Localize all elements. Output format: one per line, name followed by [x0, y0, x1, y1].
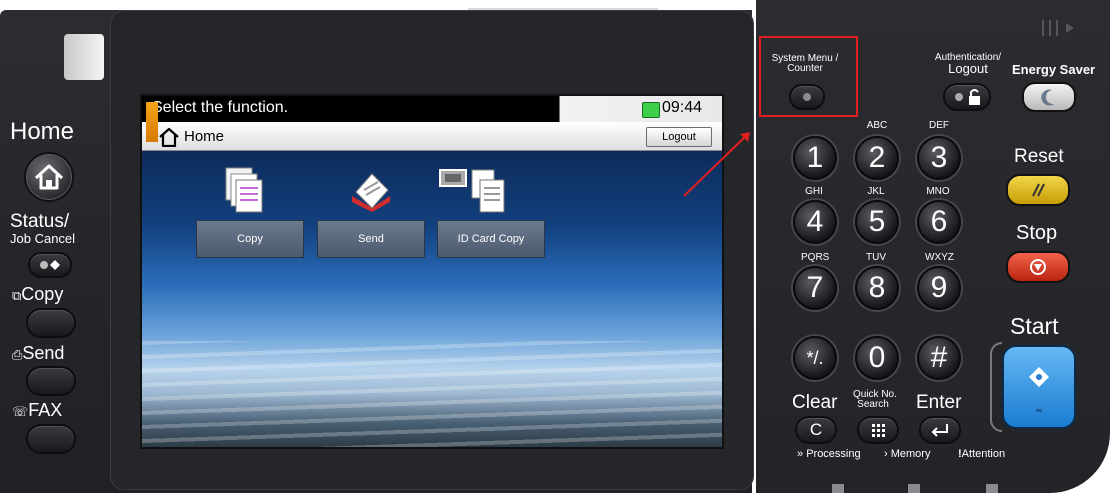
copy-doc-icon [224, 166, 264, 214]
panel-tilt-indicator [1040, 18, 1090, 38]
slash-icon [1032, 183, 1045, 197]
send-small-icon: ⎙ [12, 347, 23, 362]
clear-label: Clear [792, 392, 838, 413]
key-4-letters: GHI [805, 186, 823, 197]
quick-no-search-key[interactable] [857, 416, 899, 444]
function-copy-button[interactable]: Copy [196, 220, 304, 258]
wallpaper-clouds [142, 341, 722, 447]
status-key-label: Status/ [10, 211, 70, 232]
copy-small-icon: ⧉ [12, 288, 22, 303]
send-key-label: ⎙Send [12, 343, 64, 364]
key-5[interactable]: 5 [855, 200, 899, 244]
key-2[interactable]: 2 [855, 136, 899, 180]
home-key-label: Home [10, 118, 75, 145]
key-3[interactable]: 3 [917, 136, 961, 180]
system-menu-counter-key[interactable] [789, 84, 825, 110]
copy-key[interactable] [26, 308, 76, 338]
authentication-logout-key[interactable] [943, 83, 991, 111]
copy-key-label: ⧉Copy [12, 284, 63, 305]
clear-key[interactable]: C [795, 416, 837, 444]
lock-icon [955, 89, 980, 105]
enter-key[interactable] [919, 416, 961, 444]
key-6-letters: MNO [926, 186, 950, 197]
job-cancel-label: Job Cancel [10, 231, 76, 246]
send-icon [348, 168, 394, 214]
annotation-arrow [683, 132, 750, 197]
screen-tab-marker [146, 102, 158, 142]
stop-key[interactable] [1006, 251, 1070, 283]
key-8-letters: TUV [866, 252, 886, 263]
id-card-copy-icon [438, 166, 514, 216]
fax-key-text: FAX [28, 400, 63, 420]
processing-indicator: » Processing [797, 448, 861, 460]
panel-mark-2 [908, 484, 920, 493]
moon-icon [1041, 89, 1054, 106]
attention-indicator: !Attention [958, 448, 1005, 460]
fax-key[interactable] [26, 424, 76, 454]
fax-key-label: ☏FAX [12, 400, 62, 421]
send-key-text: Send [22, 343, 65, 363]
processing-icon: » [797, 448, 804, 460]
status-indicator-icon [642, 102, 660, 118]
copy-key-text: Copy [21, 284, 64, 304]
status-icon [40, 260, 60, 270]
key-3-letters: DEF [929, 120, 949, 131]
screen-nav-bar [142, 122, 722, 151]
indicator-light-icon [803, 93, 811, 101]
system-menu-label: System Menu / Counter [764, 54, 846, 74]
fax-small-icon: ☏ [12, 404, 29, 419]
start-key[interactable] [1002, 345, 1076, 429]
reset-key[interactable] [1006, 174, 1070, 206]
function-send-button[interactable]: Send [317, 220, 425, 258]
home-icon [34, 164, 64, 190]
key-4[interactable]: 4 [793, 200, 837, 244]
function-id-card-copy-button[interactable]: ID Card Copy [437, 220, 545, 258]
panel-mark-1 [832, 484, 844, 493]
memory-label: Memory [890, 448, 931, 460]
status-job-cancel-key[interactable] [28, 252, 72, 278]
screen-home-icon [158, 127, 180, 153]
quick-no-label-line2: Search [857, 399, 889, 410]
memory-icon: › [884, 448, 888, 460]
quick-no-search-label: Quick No. Search [853, 390, 897, 410]
touch-screen: Select the function. 09:44 Home Logout C… [140, 94, 724, 449]
key-5-letters: JKL [867, 186, 885, 197]
authentication-label-line2: Logout [948, 61, 988, 76]
key-8[interactable]: 8 [855, 266, 899, 310]
stop-icon [1030, 259, 1046, 275]
energy-saver-key[interactable] [1022, 82, 1076, 112]
enter-arrow-icon [931, 424, 948, 437]
key-hash[interactable]: # [917, 336, 961, 380]
key-9[interactable]: 9 [917, 266, 961, 310]
processing-label: Processing [806, 448, 861, 460]
start-label: Start [1010, 313, 1059, 339]
screen-nav-title: Home [184, 128, 225, 145]
authentication-label: Authentication/ Logout [925, 52, 1011, 76]
system-menu-label-line2: Counter [787, 63, 823, 74]
stop-label: Stop [1016, 222, 1058, 244]
key-6[interactable]: 6 [917, 200, 961, 244]
key-7-letters: PQRS [801, 252, 830, 263]
key-0[interactable]: 0 [855, 336, 899, 380]
attention-label: Attention [961, 448, 1006, 460]
send-key[interactable] [26, 366, 76, 396]
key-7[interactable]: 7 [793, 266, 837, 310]
start-bezel [990, 342, 1002, 432]
key-9-letters: WXYZ [925, 252, 954, 263]
key-asterisk-period[interactable]: */. [793, 336, 837, 380]
key-2-letters: ABC [866, 120, 888, 131]
memory-indicator: › Memory [884, 448, 930, 460]
reset-label: Reset [1014, 146, 1064, 167]
key-1[interactable]: 1 [793, 136, 837, 180]
home-key[interactable] [24, 152, 74, 202]
enter-label: Enter [916, 392, 962, 413]
card-reader-slot [64, 34, 104, 80]
screen-message: Select the function. [152, 99, 289, 116]
energy-saver-label: Energy Saver [1012, 62, 1096, 77]
grid-icon [872, 424, 885, 437]
screen-clock: 09:44 [662, 99, 703, 116]
start-diamond-icon [1029, 367, 1049, 412]
panel-mark-3 [986, 484, 998, 493]
